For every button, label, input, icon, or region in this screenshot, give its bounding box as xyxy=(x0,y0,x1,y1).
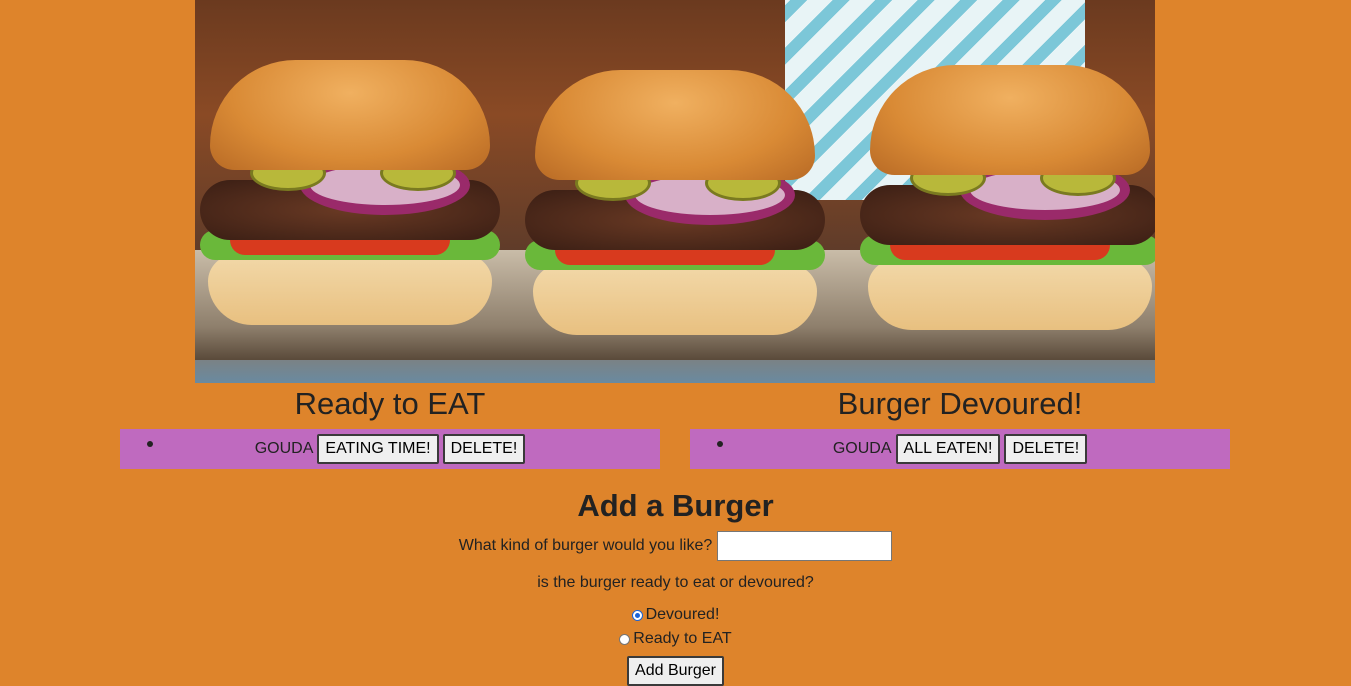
ready-radio-label[interactable]: Ready to EAT xyxy=(633,630,731,648)
ready-to-eat-heading: Ready to EAT xyxy=(294,386,486,421)
delete-button[interactable]: DELETE! xyxy=(1004,434,1088,464)
devoured-radio[interactable] xyxy=(631,609,643,621)
burger-name: GOUDA xyxy=(254,440,314,457)
burger-name: GOUDA xyxy=(832,440,892,457)
devoured-heading: Burger Devoured! xyxy=(837,386,1083,421)
burger-graphic-left xyxy=(200,30,500,330)
burger-graphic-right xyxy=(860,35,1155,335)
ready-burger-list: GOUDA EATING TIME! DELETE! xyxy=(120,429,660,469)
devoured-burger-list: GOUDA ALL EATEN! DELETE! xyxy=(690,429,1230,469)
devoured-radio-label[interactable]: Devoured! xyxy=(646,606,720,624)
delete-button[interactable]: DELETE! xyxy=(442,434,526,464)
burger-name-input[interactable] xyxy=(717,531,893,561)
ready-option[interactable]: Ready to EAT xyxy=(0,628,1351,650)
burger-name-row: What kind of burger would you like? xyxy=(0,531,1351,561)
ready-radio[interactable] xyxy=(619,633,631,645)
devoured-option[interactable]: Devoured! xyxy=(0,604,1351,626)
burger-name-label: What kind of burger would you like? xyxy=(458,537,713,554)
burger-hero-image xyxy=(195,0,1155,383)
list-item: GOUDA EATING TIME! DELETE! xyxy=(120,434,660,464)
burger-graphic-middle xyxy=(525,40,825,340)
list-item: GOUDA ALL EATEN! DELETE! xyxy=(690,434,1230,464)
all-eaten-button[interactable]: ALL EATEN! xyxy=(895,434,1001,464)
add-burger-heading: Add a Burger xyxy=(577,488,774,523)
eating-time-button[interactable]: EATING TIME! xyxy=(317,434,439,464)
status-question: is the burger ready to eat or devoured? xyxy=(537,574,814,591)
